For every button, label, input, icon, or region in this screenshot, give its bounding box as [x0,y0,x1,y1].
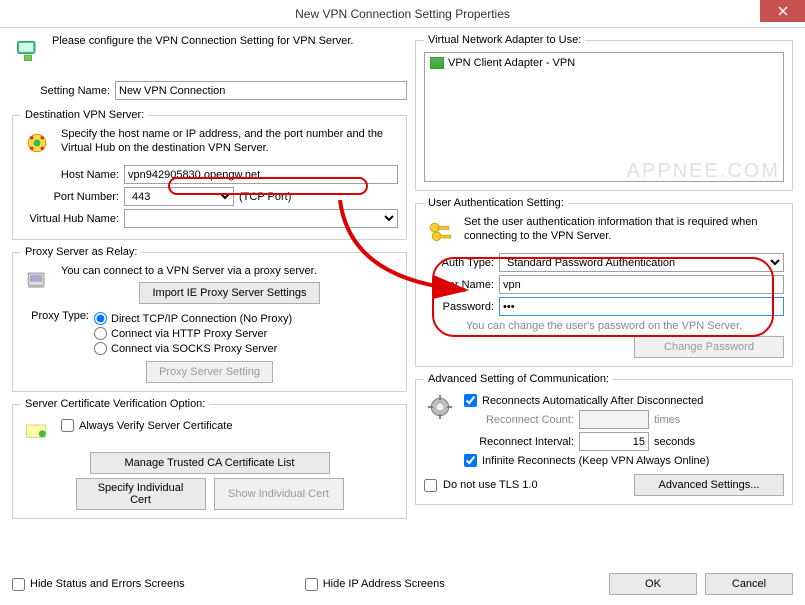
ok-button[interactable]: OK [609,573,697,595]
advanced-settings-button[interactable]: Advanced Settings... [634,474,784,496]
auth-hint: You can change the user's password on th… [424,320,784,332]
count-label: Reconnect Count: [464,414,574,426]
screen-icon [12,34,44,66]
count-unit: times [654,414,680,426]
hide-status-checkbox[interactable] [12,578,25,591]
auth-group: User Authentication Setting: Set the use… [415,197,793,367]
auth-legend: User Authentication Setting: [424,197,568,209]
auth-desc: Set the user authentication information … [464,215,784,247]
count-input[interactable] [579,410,649,429]
proxy-type-label: Proxy Type: [21,310,89,322]
interval-unit: seconds [654,436,695,448]
interval-input[interactable] [579,432,649,451]
reconnect-auto-label: Reconnects Automatically After Disconnec… [482,395,703,407]
hide-status-label: Hide Status and Errors Screens [30,578,185,590]
titlebar: New VPN Connection Setting Properties [0,0,805,28]
adapter-listbox[interactable]: VPN Client Adapter - VPN [424,52,784,182]
gear-icon [424,391,456,423]
password-input[interactable] [499,297,784,316]
proxy-direct-label: Direct TCP/IP Connection (No Proxy) [111,313,292,325]
adapter-group: Virtual Network Adapter to Use: VPN Clie… [415,34,793,191]
proxy-http-radio[interactable] [94,327,107,340]
no-tls-label: Do not use TLS 1.0 [443,479,538,491]
port-label: Port Number: [21,191,119,203]
infinite-checkbox[interactable] [464,454,477,467]
reconnect-auto-checkbox[interactable] [464,394,477,407]
proxy-setting-button[interactable]: Proxy Server Setting [146,361,273,383]
hide-ip-label: Hide IP Address Screens [323,578,445,590]
setting-name-label: Setting Name: [12,85,110,97]
host-input[interactable] [124,165,398,184]
cert-legend: Server Certificate Verification Option: [21,398,209,410]
manage-ca-button[interactable]: Manage Trusted CA Certificate List [90,452,330,474]
setting-name-input[interactable] [115,81,407,100]
cert-group: Server Certificate Verification Option: … [12,398,407,519]
close-button[interactable] [760,0,805,22]
no-tls-checkbox[interactable] [424,479,437,492]
always-verify-label: Always Verify Server Certificate [79,420,232,432]
user-label: User Name: [424,279,494,291]
interval-label: Reconnect Interval: [464,436,574,448]
vhub-label: Virtual Hub Name: [21,213,119,225]
destination-group: Destination VPN Server: Specify the host… [12,109,407,240]
proxy-desc: You can connect to a VPN Server via a pr… [61,264,398,278]
specify-cert-button[interactable]: Specify Individual Cert [76,478,206,510]
intro-text: Please configure the VPN Connection Sett… [52,34,407,66]
proxy-direct-radio[interactable] [94,312,107,325]
proxy-icon [21,264,53,296]
proxy-socks-radio[interactable] [94,342,107,355]
adapter-item[interactable]: VPN Client Adapter - VPN [428,56,780,70]
server-icon [21,127,53,159]
proxy-legend: Proxy Server as Relay: [21,246,141,258]
proxy-http-label: Connect via HTTP Proxy Server [111,328,267,340]
adapter-item-label: VPN Client Adapter - VPN [448,57,575,69]
host-label: Host Name: [21,169,119,181]
import-ie-button[interactable]: Import IE Proxy Server Settings [139,282,319,304]
keys-icon [424,215,456,247]
port-select[interactable]: 443 [124,187,234,206]
cancel-button[interactable]: Cancel [705,573,793,595]
adapter-legend: Virtual Network Adapter to Use: [424,34,585,46]
pass-label: Password: [424,301,494,313]
advanced-group: Advanced Setting of Communication: Recon… [415,373,793,505]
auth-type-select[interactable]: Standard Password Authentication [499,253,784,272]
username-input[interactable] [499,275,784,294]
window-title: New VPN Connection Setting Properties [295,7,510,21]
auth-type-label: Auth Type: [424,257,494,269]
infinite-label: Infinite Reconnects (Keep VPN Always Onl… [482,455,709,467]
always-verify-checkbox[interactable] [61,419,74,432]
proxy-group: Proxy Server as Relay: You can connect t… [12,246,407,392]
nic-icon [430,57,444,69]
proxy-socks-label: Connect via SOCKS Proxy Server [111,343,277,355]
show-cert-button[interactable]: Show Individual Cert [214,478,344,510]
tcp-port-label: (TCP Port) [239,191,291,203]
dest-desc: Specify the host name or IP address, and… [61,127,398,159]
cert-icon [21,416,53,448]
vhub-select[interactable] [124,209,398,228]
destination-legend: Destination VPN Server: [21,109,148,121]
change-password-button[interactable]: Change Password [634,336,784,358]
advanced-legend: Advanced Setting of Communication: [424,373,613,385]
hide-ip-checkbox[interactable] [305,578,318,591]
